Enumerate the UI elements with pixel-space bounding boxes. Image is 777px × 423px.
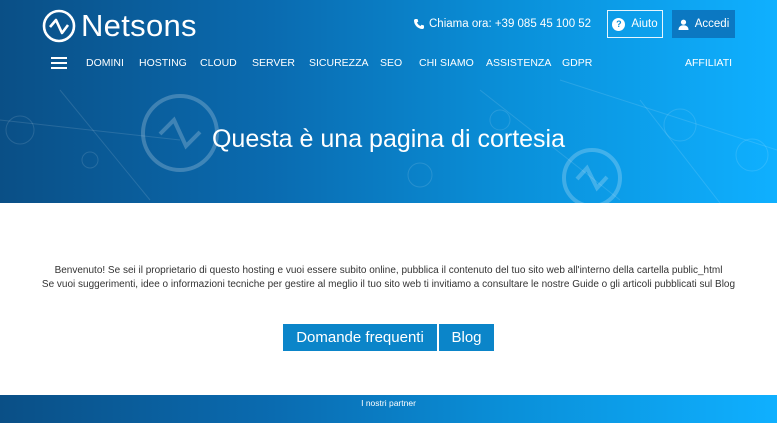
nav-item-assistenza[interactable]: ASSISTENZA [486,57,551,69]
welcome-message: Benvenuto! Se sei il proprietario di que… [54,265,723,276]
nav-item-server[interactable]: SERVER [252,57,295,69]
hero-banner: Netsons Chiama ora: +39 085 45 100 52 ? … [0,0,777,203]
nav-item-affiliati[interactable]: AFFILIATI [685,57,732,69]
nav-item-sicurezza[interactable]: SICUREZZA [309,57,369,69]
footer-bar: I nostri partner [0,395,777,423]
faq-button[interactable]: Domande frequenti [283,324,437,351]
nav-item-chi-siamo[interactable]: CHI SIAMO [419,57,474,69]
nav-item-domini[interactable]: DOMINI [86,57,124,69]
logo-mark-icon [42,9,76,43]
main-content [0,203,777,395]
page-title: Questa è una pagina di cortesia [211,125,565,153]
blog-button[interactable]: Blog [439,324,494,351]
nav-item-cloud[interactable]: CLOUD [200,57,237,69]
user-icon [678,19,689,30]
nav-item-gdpr[interactable]: GDPR [562,57,592,69]
nav-item-hosting[interactable]: HOSTING [139,57,187,69]
netsons-logo[interactable]: Netsons [42,9,197,43]
nav-item-seo[interactable]: SEO [380,57,402,69]
login-label: Accedi [694,18,730,30]
suggestion-message: Se vuoi suggerimenti, idee o informazion… [41,279,736,290]
login-button[interactable]: Accedi [672,10,735,38]
brand-name: Netsons [81,8,197,43]
main-nav: DOMINI HOSTING CLOUD SERVER SICUREZZA SE… [0,57,777,71]
help-label: Aiuto [631,18,658,30]
help-button[interactable]: ? Aiuto [607,10,663,38]
phone-icon [414,19,424,29]
phone-contact[interactable]: Chiama ora: +39 085 45 100 52 [413,17,591,31]
partners-label[interactable]: I nostri partner [0,398,777,408]
phone-text: Chiama ora: +39 085 45 100 52 [429,18,592,30]
question-icon: ? [612,17,626,31]
